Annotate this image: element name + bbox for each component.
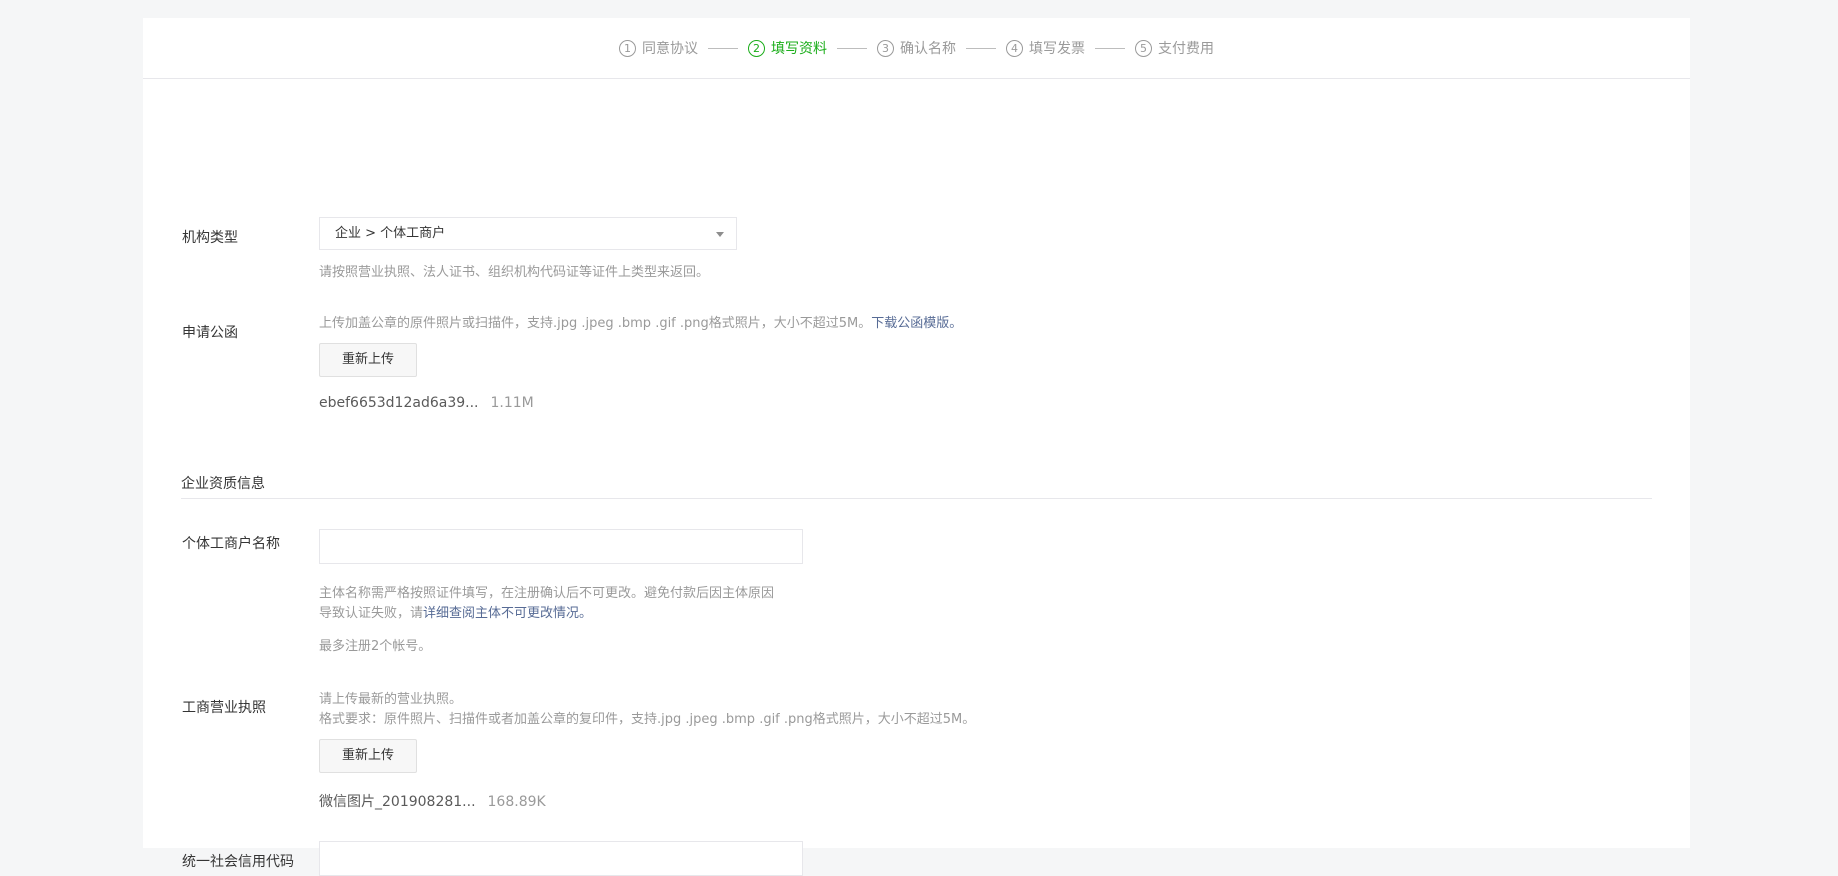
immutable-info-link[interactable]: 详细查阅主体不可更改情况。	[423, 606, 592, 621]
letter-tip-text: 上传加盖公章的原件照片或扫描件，支持.jpg .jpeg .bmp .gif .…	[319, 316, 872, 331]
business-name-tip-prefix: 导致认证失败，请	[319, 606, 424, 621]
credit-code-label: 统一社会信用代码	[182, 854, 294, 870]
step-number: 2	[748, 39, 765, 57]
org-type-label: 机构类型	[182, 230, 238, 246]
business-name-input[interactable]	[319, 529, 803, 564]
step-label: 填写发票	[1029, 41, 1085, 57]
form-panel: 1 同意协议 2 填写资料 3 确认名称 4 填写发票 5 支付费用 机构类型 …	[143, 18, 1690, 876]
reupload-letter-button[interactable]: 重新上传	[319, 343, 417, 377]
step-5: 5 支付费用	[1135, 38, 1214, 58]
section-divider	[181, 498, 1652, 499]
letter-file-name: ebef6653d12ad6a39...	[319, 395, 479, 411]
section-title: 企业资质信息	[181, 476, 265, 492]
org-type-tip: 请按照营业执照、法人证书、组织机构代码证等证件上类型来返回。	[319, 265, 710, 280]
license-tip: 请上传最新的营业执照。 格式要求：原件照片、扫描件或者加盖公章的复印件，支持.j…	[319, 690, 975, 730]
license-tip-line1: 请上传最新的营业执照。	[319, 692, 463, 707]
license-file-size: 168.89K	[487, 794, 546, 810]
step-number: 3	[877, 39, 894, 57]
step-divider	[966, 47, 996, 49]
step-3: 3 确认名称	[877, 38, 956, 58]
credit-code-input[interactable]	[319, 841, 803, 876]
org-type-select[interactable]: 企业 > 个体工商户	[319, 217, 737, 250]
step-label: 确认名称	[900, 41, 956, 57]
business-name-tip: 主体名称需严格按照证件填写，在注册确认后不可更改。避免付款后因主体原因 导致认证…	[319, 584, 774, 624]
step-1: 1 同意协议	[619, 38, 698, 58]
business-name-label: 个体工商户名称	[182, 536, 280, 552]
account-limit-tip: 最多注册2个帐号。	[319, 639, 432, 654]
step-label: 同意协议	[642, 41, 698, 57]
step-label: 填写资料	[771, 41, 827, 57]
step-label: 支付费用	[1158, 41, 1214, 57]
license-file-name: 微信图片_201908281...	[319, 794, 476, 810]
step-progress: 1 同意协议 2 填写资料 3 确认名称 4 填写发票 5 支付费用	[143, 18, 1690, 79]
license-file: 微信图片_201908281... 168.89K	[319, 791, 546, 811]
license-label: 工商营业执照	[182, 700, 266, 716]
letter-file-size: 1.11M	[490, 395, 534, 411]
step-4: 4 填写发票	[1006, 38, 1085, 58]
reupload-license-button[interactable]: 重新上传	[319, 739, 417, 773]
letter-file: ebef6653d12ad6a39... 1.11M	[319, 395, 534, 411]
step-number: 5	[1135, 39, 1152, 57]
letter-tip: 上传加盖公章的原件照片或扫描件，支持.jpg .jpeg .bmp .gif .…	[319, 314, 962, 334]
letter-label: 申请公函	[182, 325, 238, 341]
step-number: 4	[1006, 39, 1023, 57]
org-type-value: 企业 > 个体工商户	[335, 226, 446, 241]
step-divider	[708, 47, 738, 49]
license-tip-line2: 格式要求：原件照片、扫描件或者加盖公章的复印件，支持.jpg .jpeg .bm…	[319, 712, 976, 727]
business-name-tip-line1: 主体名称需严格按照证件填写，在注册确认后不可更改。避免付款后因主体原因	[319, 586, 775, 601]
step-divider	[837, 47, 867, 49]
business-name-tip-line2: 导致认证失败，请详细查阅主体不可更改情况。	[319, 604, 774, 624]
step-divider	[1095, 47, 1125, 49]
step-2: 2 填写资料	[748, 38, 827, 58]
download-template-link[interactable]: 下载公函模版。	[871, 316, 962, 331]
chevron-down-icon	[716, 232, 724, 237]
step-number: 1	[619, 39, 636, 57]
